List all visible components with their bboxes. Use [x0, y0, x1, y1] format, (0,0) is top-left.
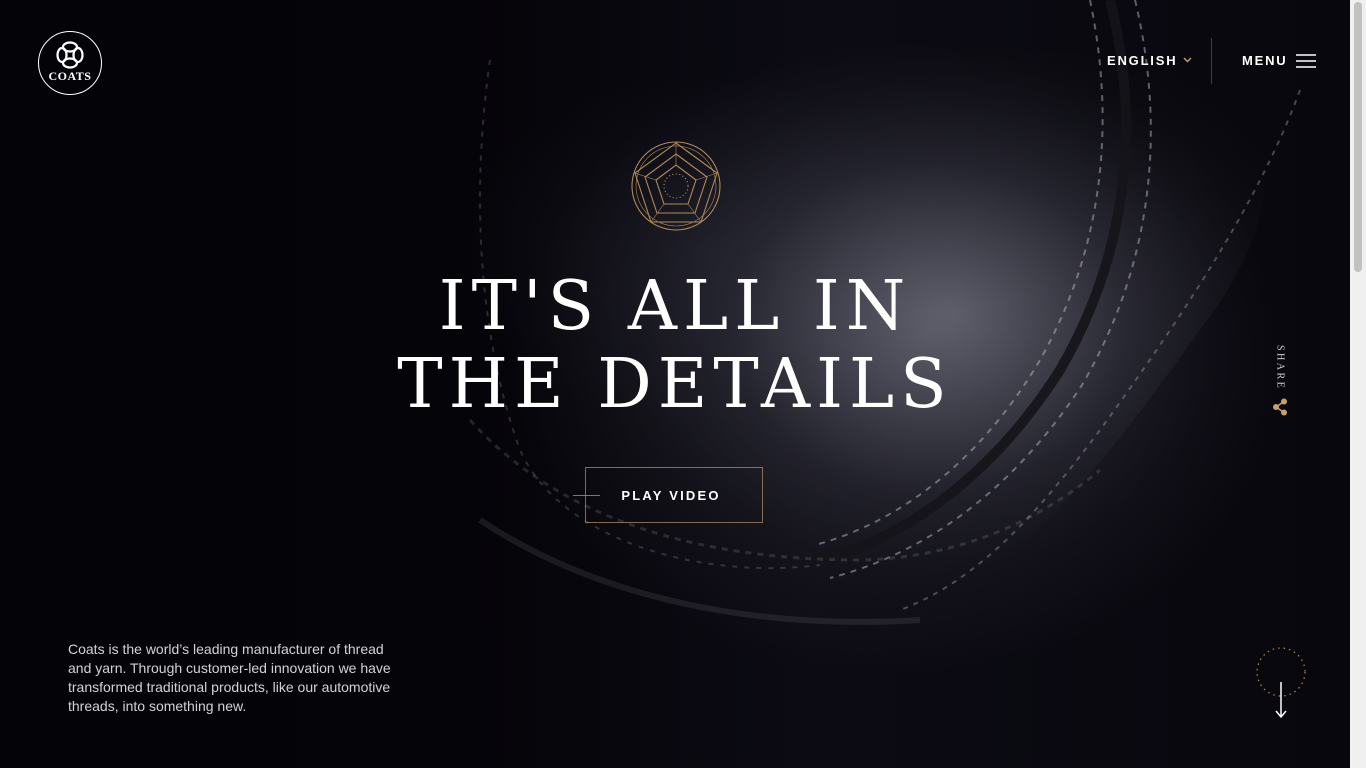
share-widget[interactable]: SHARE — [1268, 345, 1292, 416]
coats-logo[interactable]: COATS — [38, 31, 102, 95]
share-icon — [1273, 398, 1287, 416]
logo-wordmark: COATS — [48, 69, 92, 83]
hero-section: COATS ENGLISH MENU IT'S ALL IN THE DETAI… — [0, 0, 1350, 768]
play-video-button[interactable]: PLAY VIDEO — [585, 467, 763, 523]
coats-chain-logo-icon — [56, 41, 84, 69]
page-scrollbar[interactable] — [1350, 0, 1366, 768]
chevron-down-icon — [1183, 57, 1192, 62]
language-label: ENGLISH — [1107, 53, 1178, 68]
pentagon-emblem-icon — [631, 141, 721, 231]
menu-button[interactable]: MENU — [1242, 53, 1317, 68]
headline-line-1: IT'S ALL IN — [438, 267, 912, 346]
hero-headline: IT'S ALL IN THE DETAILS — [300, 268, 1050, 424]
language-selector[interactable]: ENGLISH — [1107, 53, 1192, 68]
scrollbar-thumb[interactable] — [1354, 2, 1362, 272]
nav-divider — [1211, 38, 1212, 84]
menu-label: MENU — [1242, 53, 1288, 68]
hamburger-menu-icon — [1296, 53, 1317, 68]
arrow-down-icon — [1275, 682, 1287, 719]
intro-paragraph: Coats is the world’s leading manufacture… — [68, 641, 391, 714]
headline-line-2: THE DETAILS — [397, 345, 953, 424]
scroll-down-button[interactable] — [1254, 645, 1308, 723]
share-label: SHARE — [1274, 345, 1286, 391]
